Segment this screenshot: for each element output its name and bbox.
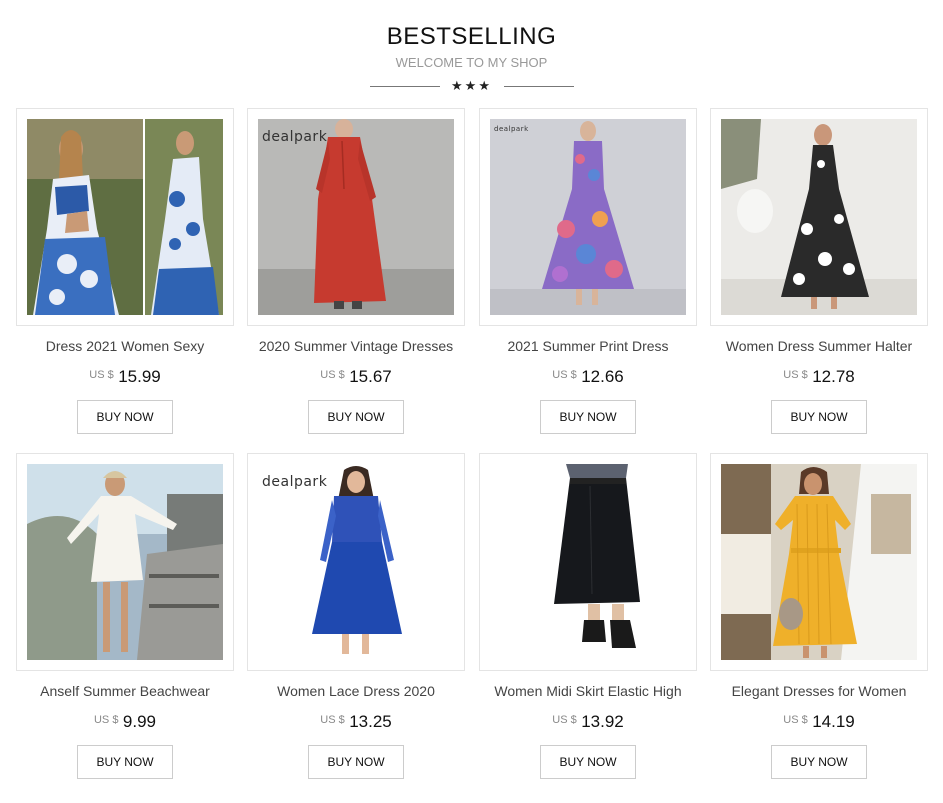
buy-now-button[interactable]: BUY NOW: [540, 400, 636, 434]
currency-label: US $: [783, 369, 808, 381]
section-title: BESTSELLING: [386, 23, 557, 50]
buy-now-button[interactable]: BUY NOW: [771, 400, 867, 434]
product-price: US $ 12.66: [479, 365, 697, 388]
price-value: 12.78: [812, 367, 855, 386]
product-name[interactable]: Women Lace Dress 2020: [247, 682, 465, 700]
divider-line-left: [369, 86, 440, 87]
product-card[interactable]: Elegant Dresses for Women US $ 14.19 BUY…: [710, 453, 928, 779]
divider-line-right: [503, 86, 574, 87]
buy-now-button[interactable]: BUY NOW: [77, 745, 173, 779]
product-image-white-lace-coverup[interactable]: [27, 464, 223, 660]
product-image-floral-halter-dress[interactable]: [721, 119, 917, 315]
brand-watermark: dealpark: [262, 474, 328, 490]
product-name[interactable]: Women Dress Summer Halter: [710, 337, 928, 355]
currency-label: US $: [320, 369, 345, 381]
product-card[interactable]: Anself Summer Beachwear US $ 9.99 BUY NO…: [16, 453, 234, 779]
product-card[interactable]: Women Midi Skirt Elastic High US $ 13.92…: [479, 453, 697, 779]
currency-label: US $: [89, 369, 114, 381]
product-card[interactable]: dealpark 2021 Summer Print Dress US $ 12…: [479, 108, 697, 434]
product-price: US $ 12.78: [710, 365, 928, 388]
currency-label: US $: [552, 714, 577, 726]
product-card[interactable]: Dress 2021 Women Sexy US $ 15.99 BUY NOW: [16, 108, 234, 434]
product-price: US $ 13.92: [479, 710, 697, 733]
section-header: BESTSELLING WELCOME TO MY SHOP ★★★: [0, 22, 943, 94]
product-name[interactable]: 2020 Summer Vintage Dresses: [247, 337, 465, 355]
product-image-frame[interactable]: [16, 453, 234, 671]
price-value: 12.66: [581, 367, 624, 386]
product-image-yellow-dress[interactable]: [721, 464, 917, 660]
price-value: 13.25: [349, 712, 392, 731]
product-name[interactable]: Dress 2021 Women Sexy: [16, 337, 234, 355]
product-image-purple-floral-dress[interactable]: [490, 119, 686, 315]
currency-label: US $: [783, 714, 808, 726]
currency-label: US $: [93, 714, 119, 726]
currency-label: US $: [552, 369, 577, 381]
product-image-blue-tile-dress[interactable]: [27, 119, 223, 315]
price-value: 14.19: [812, 712, 855, 731]
product-image-blue-lace-dress[interactable]: [258, 464, 454, 660]
product-name[interactable]: Women Midi Skirt Elastic High: [479, 682, 697, 700]
buy-now-button[interactable]: BUY NOW: [308, 400, 404, 434]
title-divider: ★★★: [369, 78, 574, 94]
product-image-frame[interactable]: [710, 453, 928, 671]
buy-now-button[interactable]: BUY NOW: [540, 745, 636, 779]
product-price: US $ 15.99: [16, 365, 234, 388]
price-value: 15.67: [349, 367, 392, 386]
brand-watermark: dealpark: [262, 129, 328, 145]
price-value: 13.92: [581, 712, 624, 731]
brand-watermark: dealpark: [494, 125, 529, 133]
product-image-frame[interactable]: dealpark: [247, 453, 465, 671]
product-image-frame[interactable]: [710, 108, 928, 326]
product-price: US $ 13.25: [247, 710, 465, 733]
product-image-frame[interactable]: [16, 108, 234, 326]
price-value: 15.99: [118, 367, 161, 386]
currency-label: US $: [320, 714, 345, 726]
buy-now-button[interactable]: BUY NOW: [771, 745, 867, 779]
product-name[interactable]: Anself Summer Beachwear: [16, 682, 234, 700]
buy-now-button[interactable]: BUY NOW: [308, 745, 404, 779]
product-name[interactable]: 2021 Summer Print Dress: [479, 337, 697, 355]
product-price: US $ 14.19: [710, 710, 928, 733]
stars-icon: ★★★: [451, 78, 492, 93]
product-price: US $ 15.67: [247, 365, 465, 388]
product-image-red-maxi-dress[interactable]: [258, 119, 454, 315]
product-image-frame[interactable]: [479, 453, 697, 671]
product-card[interactable]: dealpark 2020 Summer Vintage Dresses US …: [247, 108, 465, 434]
product-image-frame[interactable]: dealpark: [247, 108, 465, 326]
buy-now-button[interactable]: BUY NOW: [77, 400, 173, 434]
price-value: 9.99: [122, 712, 156, 731]
product-price: US $ 9.99: [16, 710, 234, 733]
product-image-frame[interactable]: dealpark: [479, 108, 697, 326]
product-card[interactable]: dealpark Women Lace Dress 2020 US $ 13.2…: [247, 453, 465, 779]
product-card[interactable]: Women Dress Summer Halter US $ 12.78 BUY…: [710, 108, 928, 434]
product-name[interactable]: Elegant Dresses for Women: [710, 682, 928, 700]
section-subtitle: WELCOME TO MY SHOP: [395, 55, 548, 70]
product-image-black-midi-skirt[interactable]: [490, 464, 686, 660]
